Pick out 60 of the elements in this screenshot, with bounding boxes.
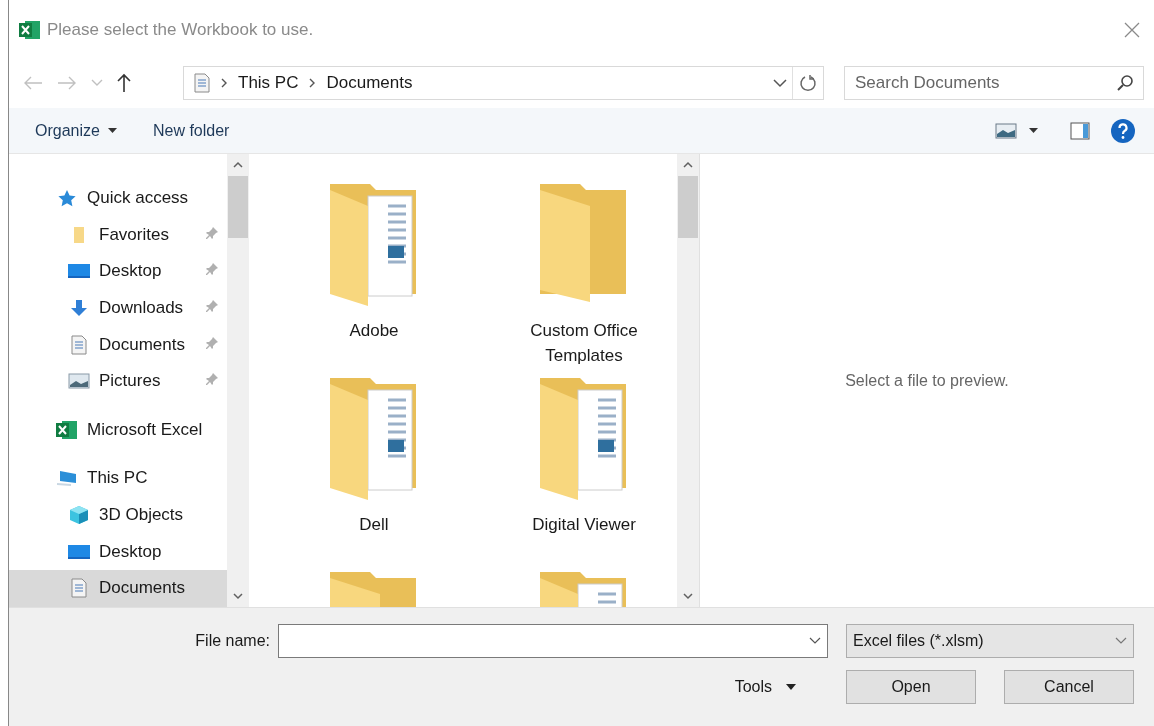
folder-name[interactable]: Adobe [349,318,399,343]
nav-item[interactable]: Quick access [9,180,227,217]
preview-pane-icon[interactable] [1070,121,1090,140]
back-arrow-icon[interactable] [23,76,43,90]
cube-icon [69,505,89,526]
scrollbar-thumb[interactable] [678,176,698,238]
file-name-label: File name: [195,632,270,650]
excel-icon [56,419,78,440]
up-arrow-icon[interactable] [117,73,131,93]
chevron-right-icon [220,77,228,89]
caret-icon[interactable] [1029,128,1038,133]
folder-icon [73,225,85,244]
document-icon [194,73,210,93]
nav-item[interactable]: Desktop [9,253,227,290]
computer-icon [56,469,78,488]
tools-button[interactable]: Tools [728,677,802,697]
nav-item[interactable]: Downloads [9,289,227,327]
download-arrow-icon [70,299,88,318]
file-name-field[interactable] [278,624,828,658]
nav-item[interactable]: Pictures [9,362,227,400]
document-icon [71,334,87,355]
search-icon [1116,74,1134,92]
chevron-down-icon [809,637,821,645]
breadcrumb[interactable]: Documents [326,73,413,93]
window-title: Please select the Workbook to use. [47,20,315,40]
caret-icon [786,684,796,690]
scrollbar-thumb[interactable] [228,176,248,238]
address-bar[interactable]: This PC Documents [183,66,824,100]
chevron-down-icon [1115,637,1127,645]
chevron-right-icon [308,77,317,89]
folder-name[interactable]: Digital Viewer [532,512,636,537]
file-type-dropdown[interactable]: Excel files (*.xlsm) [846,624,1134,658]
toolbar-button[interactable]: New folder [144,115,238,146]
desktop-icon [68,263,90,280]
chevron-down-icon[interactable] [773,78,787,88]
nav-item[interactable]: This PC [9,460,227,497]
excel-icon [19,20,41,40]
caret-icon [107,128,117,133]
nav-item[interactable]: Documents [9,569,227,607]
star-icon [57,189,77,208]
breadcrumb[interactable]: This PC [238,73,299,93]
toolbar-button[interactable]: Organize [27,115,125,146]
nav-item[interactable]: Desktop [9,533,227,570]
view-options-icon[interactable] [995,122,1017,139]
dialog-button[interactable]: Open [846,670,976,704]
nav-item[interactable]: Favorites [9,216,227,254]
folder-name[interactable]: Dell [359,512,389,537]
dialog-button[interactable]: Cancel [1004,670,1134,704]
nav-item[interactable]: Documents [9,326,227,363]
search-field[interactable]: Search Documents [844,66,1144,100]
preview-message: Select a file to preview. [845,371,1009,390]
picture-icon [68,373,90,390]
forward-arrow-icon[interactable] [57,76,77,90]
help-icon[interactable] [1110,117,1136,144]
refresh-icon[interactable] [799,74,817,92]
document-icon [71,578,87,599]
nav-item[interactable]: Microsoft Excel [9,411,227,449]
nav-item[interactable]: 3D Objects [9,496,227,534]
desktop-icon [68,543,90,560]
folder-name[interactable]: Custom Office Templates [494,318,674,368]
